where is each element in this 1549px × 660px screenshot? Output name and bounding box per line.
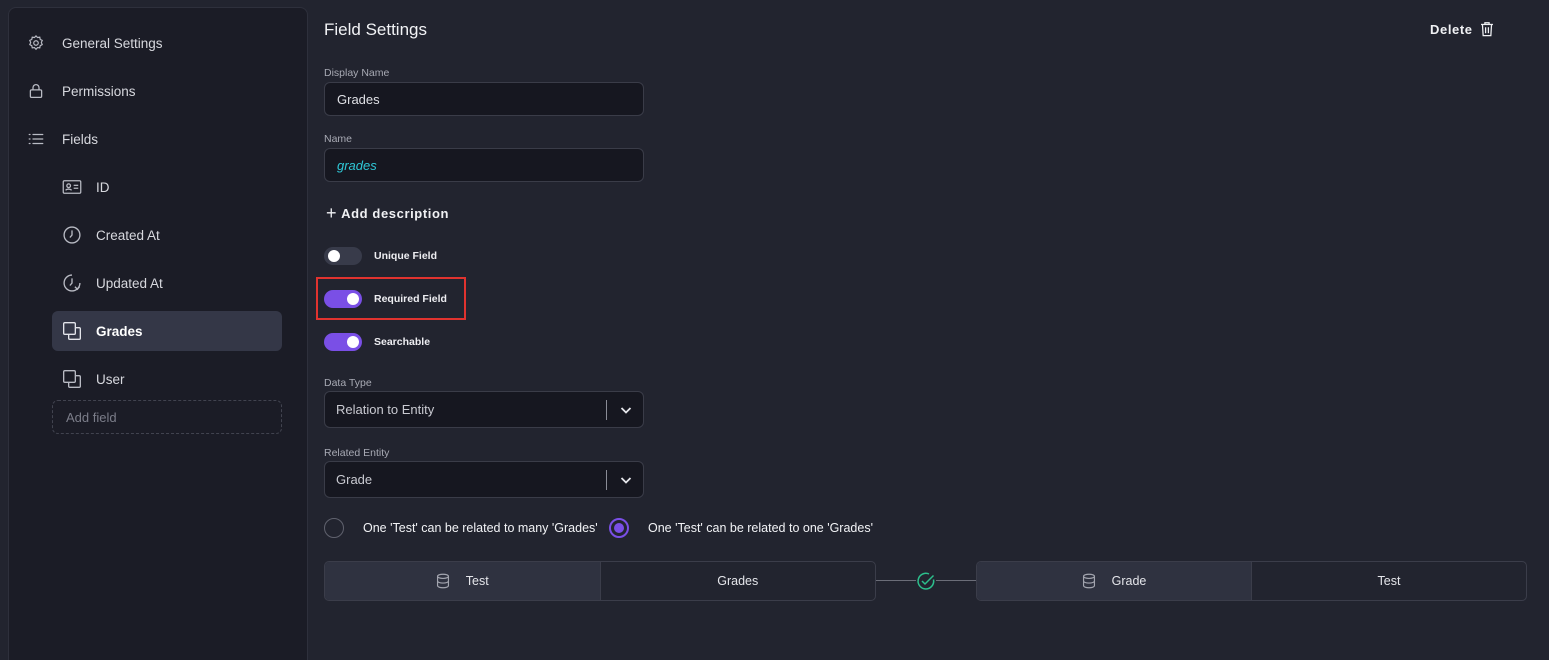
database-icon — [1082, 573, 1096, 589]
sidebar-item-label: Permissions — [62, 83, 136, 99]
unique-field-label: Unique Field — [374, 250, 437, 262]
relation-left-entity: Test — [325, 562, 600, 600]
sidebar-item-permissions[interactable]: Permissions — [26, 71, 136, 111]
add-field-input[interactable]: Add field — [52, 400, 282, 434]
gear-icon — [26, 33, 46, 53]
required-field-row: Required Field — [324, 290, 447, 308]
searchable-row: Searchable — [324, 333, 430, 351]
add-description-button[interactable]: + Add description — [326, 203, 450, 223]
chevron-down-icon[interactable] — [619, 473, 633, 487]
field-item-label: User — [96, 371, 125, 387]
toggle-knob — [328, 250, 340, 262]
connector-line — [876, 580, 916, 581]
sidebar-item-label: General Settings — [62, 35, 163, 51]
field-item-grades[interactable]: Grades — [52, 311, 282, 351]
select-divider — [606, 400, 607, 420]
relation-option-many[interactable]: One 'Test' can be related to many 'Grade… — [324, 518, 598, 538]
data-type-select[interactable]: Relation to Entity — [324, 391, 644, 428]
relation-option-one[interactable]: One 'Test' can be related to one 'Grades… — [609, 518, 873, 538]
radio-many[interactable] — [324, 518, 344, 538]
add-description-label: Add description — [341, 205, 450, 221]
lock-icon — [26, 81, 46, 101]
field-item-label: Updated At — [96, 275, 163, 291]
chevron-down-icon[interactable] — [619, 403, 633, 417]
related-entity-value: Grade — [336, 472, 373, 487]
add-field-placeholder: Add field — [66, 409, 117, 425]
id-card-icon — [61, 176, 83, 198]
delete-button[interactable]: Delete — [1430, 21, 1494, 37]
display-name-field[interactable]: Grades — [324, 82, 644, 116]
field-item-label: Created At — [96, 227, 160, 243]
relation-left-box: Test Grades — [324, 561, 876, 601]
relation-right-entity-label: Grade — [1111, 574, 1147, 588]
toggle-knob — [347, 293, 359, 305]
name-label: Name — [324, 133, 353, 145]
database-icon — [436, 573, 450, 589]
display-name-label: Display Name — [324, 67, 390, 79]
related-entity-select[interactable]: Grade — [324, 461, 644, 498]
relation-right-field: Test — [1251, 562, 1526, 600]
relation-option-label: One 'Test' can be related to one 'Grades… — [648, 521, 873, 535]
clock-icon — [61, 224, 83, 246]
relation-right-entity: Grade — [977, 562, 1251, 600]
list-icon — [26, 129, 46, 149]
relation-left-field: Grades — [599, 562, 876, 600]
clock-refresh-icon — [61, 272, 83, 294]
field-item-label: Grades — [96, 323, 143, 339]
select-divider — [606, 470, 607, 490]
name-field[interactable]: grades — [324, 148, 644, 182]
relation-right-field-label: Test — [1377, 574, 1401, 588]
name-value: grades — [337, 157, 377, 173]
field-item-updated-at[interactable]: Updated At — [52, 263, 282, 303]
display-name-value: Grades — [337, 91, 380, 107]
data-type-value: Relation to Entity — [336, 402, 435, 417]
field-item-label: ID — [96, 179, 110, 195]
plus-icon: + — [326, 203, 338, 223]
relation-icon — [61, 368, 83, 390]
sidebar-item-fields[interactable]: Fields — [26, 119, 98, 159]
relation-right-box: Grade Test — [976, 561, 1527, 601]
searchable-label: Searchable — [374, 336, 431, 348]
page-title: Field Settings — [324, 20, 427, 39]
connector-line — [936, 580, 976, 581]
radio-one[interactable] — [609, 518, 629, 538]
check-circle-icon — [916, 571, 936, 591]
unique-field-toggle[interactable] — [324, 247, 362, 265]
toggle-knob — [347, 336, 359, 348]
field-item-created-at[interactable]: Created At — [52, 215, 282, 255]
relation-option-label: One 'Test' can be related to many 'Grade… — [363, 521, 598, 535]
required-field-label: Required Field — [374, 293, 447, 305]
relation-left-entity-label: Test — [465, 574, 489, 588]
data-type-label: Data Type — [324, 377, 372, 389]
trash-icon — [1480, 21, 1494, 37]
delete-label: Delete — [1430, 21, 1473, 37]
field-item-user[interactable]: User — [52, 359, 282, 399]
sidebar-item-general-settings[interactable]: General Settings — [26, 23, 163, 63]
field-item-id[interactable]: ID — [52, 167, 282, 207]
relation-left-field-label: Grades — [717, 574, 759, 588]
required-field-toggle[interactable] — [324, 290, 362, 308]
unique-field-row: Unique Field — [324, 247, 437, 265]
searchable-toggle[interactable] — [324, 333, 362, 351]
related-entity-label: Related Entity — [324, 447, 390, 459]
sidebar-item-label: Fields — [62, 131, 99, 147]
relation-icon — [61, 320, 83, 342]
